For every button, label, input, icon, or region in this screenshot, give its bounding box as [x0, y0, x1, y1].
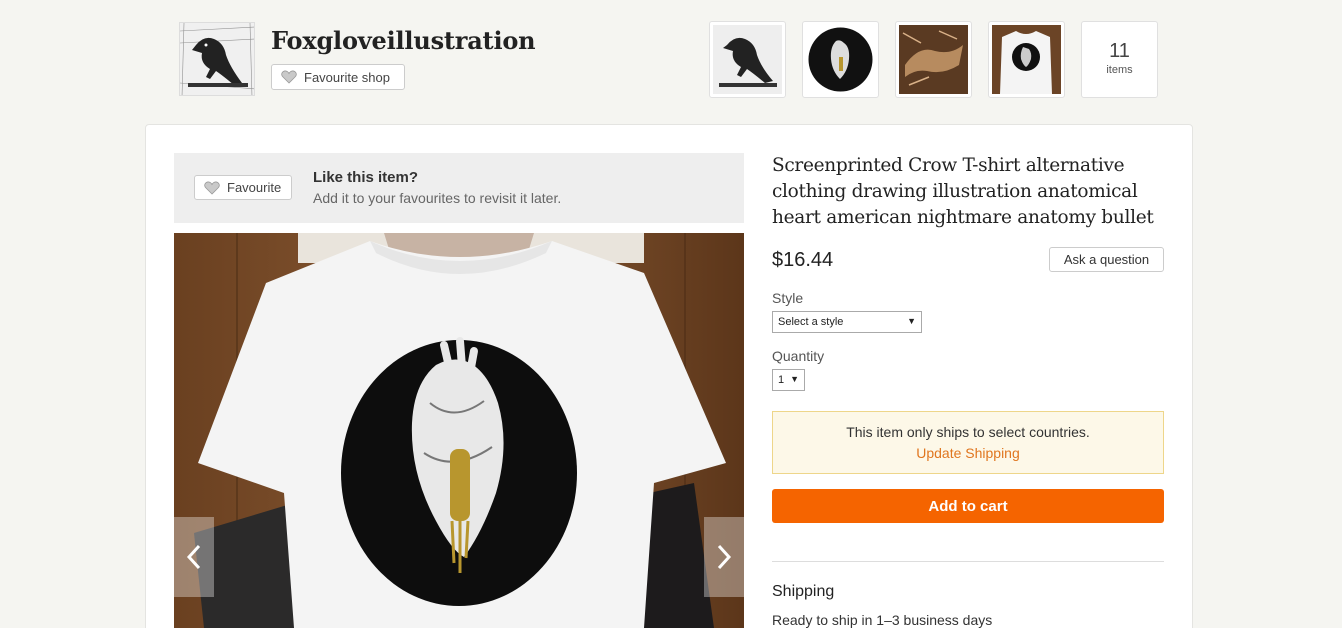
favourite-banner-subtitle: Add it to your favourites to revisit it …: [313, 190, 562, 206]
caret-down-icon: ▼: [790, 374, 799, 384]
shop-name[interactable]: Foxgloveillustration: [271, 26, 536, 55]
shop-item-thumb-bird[interactable]: [895, 21, 972, 98]
shipping-ready-text: Ready to ship in 1–3 business days: [772, 612, 993, 628]
update-shipping-link[interactable]: Update Shipping: [773, 445, 1163, 461]
shipping-section-title: Shipping: [772, 583, 835, 600]
crow-thumbnail-image: [713, 25, 782, 94]
listing-price: $16.44: [772, 249, 834, 271]
shop-avatar[interactable]: [179, 22, 255, 96]
next-photo-button[interactable]: [704, 517, 744, 597]
shipping-notice-text: This item only ships to select countries…: [846, 424, 1090, 440]
listing-photo[interactable]: [174, 233, 744, 628]
heart-icon: [204, 181, 220, 195]
tshirt-photo-image: [174, 233, 744, 628]
heart-thumbnail-image: [806, 25, 875, 94]
chevron-left-icon: [186, 544, 201, 570]
favourite-banner: Favourite Like this item? Add it to your…: [174, 153, 744, 223]
quantity-select-value: 1: [778, 374, 785, 386]
style-select-value: Select a style: [778, 316, 844, 328]
previous-photo-button[interactable]: [174, 517, 214, 597]
divider: [772, 561, 1164, 562]
shipping-notice: This item only ships to select countries…: [772, 411, 1164, 474]
listing-title: Screenprinted Crow T-shirt alternative c…: [772, 155, 1154, 228]
favourite-banner-title: Like this item?: [313, 169, 419, 186]
style-select[interactable]: Select a style ▼: [772, 311, 922, 333]
shop-item-count[interactable]: 11 items: [1081, 21, 1158, 98]
ask-question-button[interactable]: Ask a question: [1049, 247, 1164, 272]
shop-item-thumb-heart[interactable]: [802, 21, 879, 98]
item-count-label: items: [1106, 64, 1133, 76]
chevron-right-icon: [717, 544, 732, 570]
tshirt-thumbnail-image: [992, 25, 1061, 94]
crow-avatar-image: [180, 23, 254, 95]
quantity-label: Quantity: [772, 348, 825, 364]
favourite-item-button[interactable]: Favourite: [194, 175, 292, 200]
favourite-shop-label: Favourite shop: [304, 69, 390, 85]
favourite-item-label: Favourite: [227, 180, 282, 195]
shop-item-thumb-tshirt[interactable]: [988, 21, 1065, 98]
favourite-shop-button[interactable]: Favourite shop: [271, 64, 405, 90]
shop-item-thumb-crow[interactable]: [709, 21, 786, 98]
bird-thumbnail-image: [899, 25, 968, 94]
add-to-cart-button[interactable]: Add to cart: [772, 489, 1164, 523]
item-count-number: 11: [1109, 40, 1130, 62]
quantity-select[interactable]: 1 ▼: [772, 369, 805, 391]
caret-down-icon: ▼: [907, 316, 916, 326]
heart-icon: [281, 70, 297, 84]
style-label: Style: [772, 290, 804, 306]
